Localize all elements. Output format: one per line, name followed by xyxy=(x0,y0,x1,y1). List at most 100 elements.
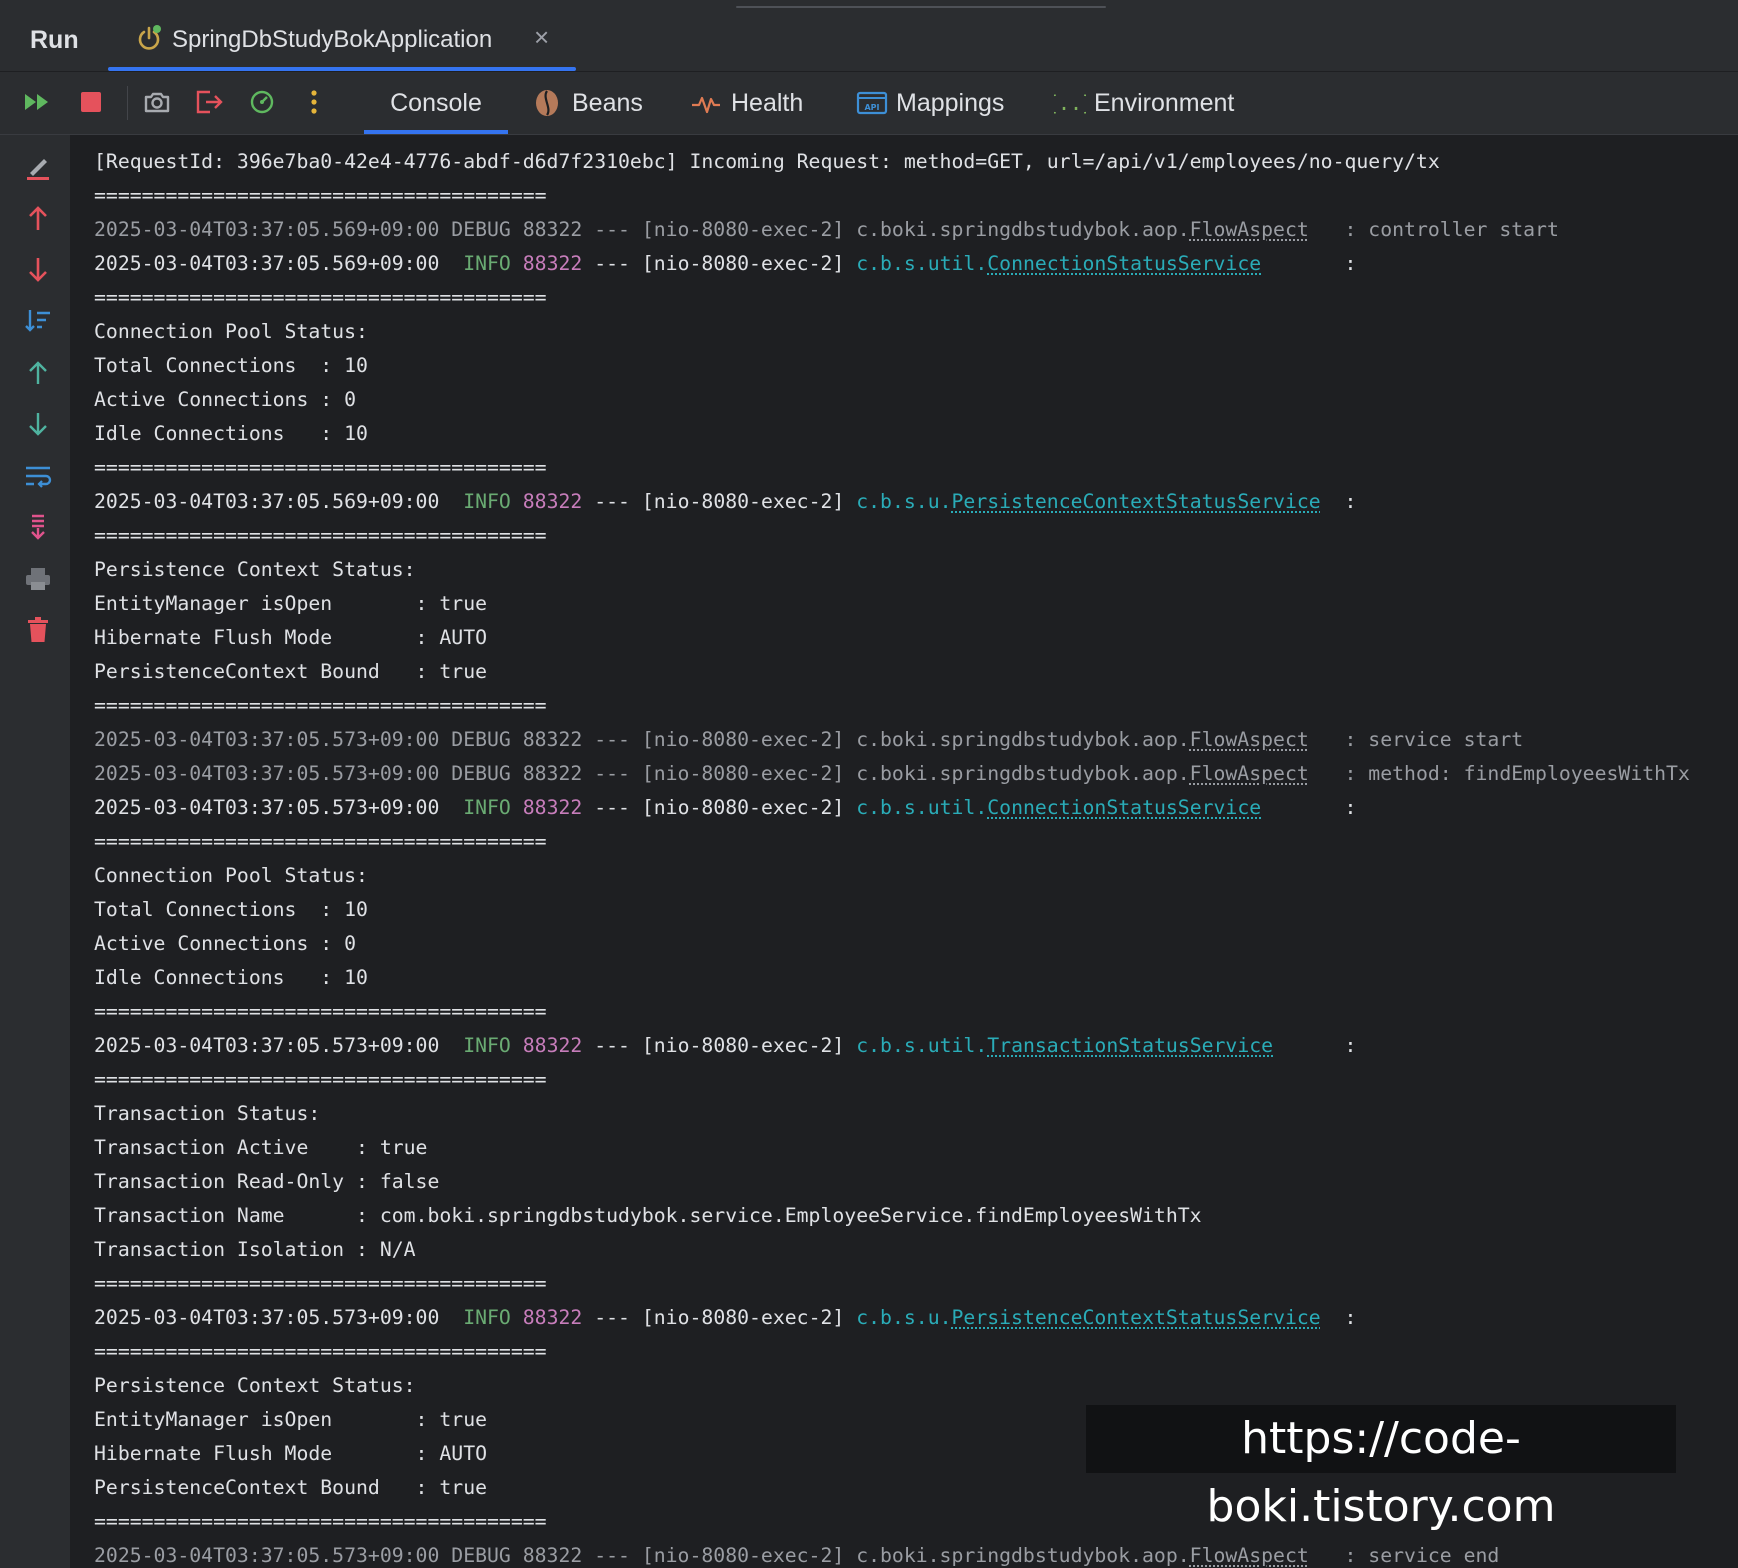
log-line: Idle Connections : 10 xyxy=(94,417,1690,451)
run-toolbar: Console Beans Health API Mappings .. Env… xyxy=(0,72,1738,135)
log-line: Active Connections : 0 xyxy=(94,927,1690,961)
log-segment: Total Connections : 10 xyxy=(94,898,368,921)
log-line: ====================================== xyxy=(94,689,1690,723)
log-segment: ====================================== xyxy=(94,694,547,717)
log-line: Connection Pool Status: xyxy=(94,859,1690,893)
close-icon[interactable]: × xyxy=(534,24,549,50)
log-line: 2025-03-04T03:37:05.573+09:00 INFO 88322… xyxy=(94,791,1690,825)
up-red-icon[interactable] xyxy=(22,202,54,234)
logger-class-link[interactable]: ConnectionStatusService xyxy=(987,796,1261,819)
log-segment: : service start xyxy=(1308,728,1524,751)
active-tab-indicator xyxy=(108,67,576,71)
run-config-title: SpringDbStudyBokApplication xyxy=(172,26,493,53)
tab-environment[interactable]: {..} Environment xyxy=(1046,72,1234,134)
log-segment: Transaction Read-Only : false xyxy=(94,1170,440,1193)
logger-class-link[interactable]: FlowAspect xyxy=(1190,762,1309,785)
log-segment xyxy=(511,1306,523,1329)
running-app-icon xyxy=(136,24,162,52)
scroll-to-end-icon[interactable] xyxy=(22,511,54,543)
trash-icon[interactable] xyxy=(22,614,54,646)
sort-icon[interactable] xyxy=(22,305,54,337)
log-line: Total Connections : 10 xyxy=(94,893,1690,927)
log-segment: 2025-03-04T03:37:05.569+09:00 DEBUG 8832… xyxy=(94,218,1190,241)
log-segment: 2025-03-04T03:37:05.573+09:00 DEBUG 8832… xyxy=(94,762,1190,785)
log-segment: 88322 xyxy=(522,490,583,513)
more-icon[interactable] xyxy=(298,86,330,118)
log-segment: : xyxy=(1320,490,1357,513)
tab-health[interactable]: Health xyxy=(691,72,803,134)
clear-icon[interactable] xyxy=(22,151,54,183)
logger-class-link[interactable]: FlowAspect xyxy=(1190,1544,1309,1567)
camera-icon[interactable] xyxy=(141,86,173,118)
log-line: Transaction Active : true xyxy=(94,1131,1690,1165)
up-arrow-icon[interactable] xyxy=(22,357,54,389)
log-line: Persistence Context Status: xyxy=(94,1369,1690,1403)
log-line: 2025-03-04T03:37:05.573+09:00 DEBUG 8832… xyxy=(94,1539,1690,1568)
log-line: Active Connections : 0 xyxy=(94,383,1690,417)
log-line: 2025-03-04T03:37:05.573+09:00 INFO 88322… xyxy=(94,1301,1690,1335)
log-segment: EntityManager isOpen : true xyxy=(94,1408,488,1431)
soft-wrap-icon[interactable] xyxy=(22,460,54,492)
log-segment: 2025-03-04T03:37:05.569+09:00 xyxy=(94,490,464,513)
log-segment: Active Connections : 0 xyxy=(94,932,357,955)
watermark-url: https://code-boki.tistory.com xyxy=(1086,1405,1676,1532)
top-scroll-strip xyxy=(0,0,1738,10)
logger-class-link[interactable]: PersistenceContextStatusService xyxy=(952,490,1321,513)
log-segment: : xyxy=(1320,1306,1357,1329)
print-icon[interactable] xyxy=(22,563,54,595)
log-line: ====================================== xyxy=(94,1335,1690,1369)
log-segment: Transaction Status: xyxy=(94,1102,321,1125)
log-segment: Idle Connections : 10 xyxy=(94,422,368,445)
log-line: Transaction Name : com.boki.springdbstud… xyxy=(94,1199,1690,1233)
tab-mappings[interactable]: API Mappings xyxy=(856,72,1004,134)
console-output[interactable]: [RequestId: 396e7ba0-42e4-4776-abdf-d6d7… xyxy=(71,135,1738,1568)
stop-icon[interactable] xyxy=(75,86,107,118)
run-config-tab[interactable]: SpringDbStudyBokApplication × xyxy=(108,10,576,71)
tab-beans[interactable]: Beans xyxy=(532,72,643,134)
log-segment: 2025-03-04T03:37:05.573+09:00 xyxy=(94,796,464,819)
log-segment: EntityManager isOpen : true xyxy=(94,592,488,615)
log-segment: INFO xyxy=(463,252,511,275)
logger-class-link[interactable]: FlowAspect xyxy=(1190,218,1309,241)
logger-class-link[interactable]: TransactionStatusService xyxy=(987,1034,1273,1057)
logger-class-link[interactable]: ConnectionStatusService xyxy=(987,252,1261,275)
log-segment: PersistenceContext Bound : true xyxy=(94,1476,488,1499)
log-line: PersistenceContext Bound : true xyxy=(94,655,1690,689)
log-segment: 88322 xyxy=(522,1034,583,1057)
log-segment: 2025-03-04T03:37:05.573+09:00 DEBUG 8832… xyxy=(94,1544,1190,1567)
log-line: 2025-03-04T03:37:05.573+09:00 DEBUG 8832… xyxy=(94,757,1690,791)
exit-icon[interactable] xyxy=(193,86,225,118)
profiler-icon[interactable] xyxy=(246,86,278,118)
log-segment: c.b.s.util. xyxy=(856,252,988,275)
down-red-icon[interactable] xyxy=(22,254,54,286)
log-line: [RequestId: 396e7ba0-42e4-4776-abdf-d6d7… xyxy=(94,145,1690,179)
log-segment: c.b.s.util. xyxy=(856,1034,988,1057)
log-segment: : method: findEmployeesWithTx xyxy=(1308,762,1690,785)
horizontal-scrollbar[interactable] xyxy=(736,6,1106,8)
log-segment: INFO xyxy=(463,796,511,819)
log-line: ====================================== xyxy=(94,519,1690,553)
log-segment: 2025-03-04T03:37:05.569+09:00 xyxy=(94,252,464,275)
logger-class-link[interactable]: PersistenceContextStatusService xyxy=(952,1306,1321,1329)
log-segment: : service end xyxy=(1308,1544,1500,1567)
log-segment: ====================================== xyxy=(94,1068,547,1091)
log-line: Hibernate Flush Mode : AUTO xyxy=(94,621,1690,655)
log-segment: ====================================== xyxy=(94,1000,547,1023)
log-line: Transaction Status: xyxy=(94,1097,1690,1131)
log-segment: : xyxy=(1273,1034,1357,1057)
log-segment: Connection Pool Status: xyxy=(94,320,368,343)
log-segment: : xyxy=(1261,252,1357,275)
log-segment: --- [nio-8080-exec-2] xyxy=(582,490,857,513)
log-line: ====================================== xyxy=(94,451,1690,485)
log-segment: Transaction Active : true xyxy=(94,1136,428,1159)
logger-class-link[interactable]: FlowAspect xyxy=(1190,728,1309,751)
log-segment: c.b.s.util. xyxy=(856,796,988,819)
log-line: ====================================== xyxy=(94,825,1690,859)
rerun-icon[interactable] xyxy=(22,86,54,118)
log-segment: Transaction Name : com.boki.springdbstud… xyxy=(94,1204,1202,1227)
log-segment: : xyxy=(1261,796,1357,819)
tab-console[interactable]: Console xyxy=(364,72,508,134)
api-icon: API xyxy=(856,88,888,118)
down-arrow-icon[interactable] xyxy=(22,408,54,440)
active-tab-indicator xyxy=(364,130,508,134)
